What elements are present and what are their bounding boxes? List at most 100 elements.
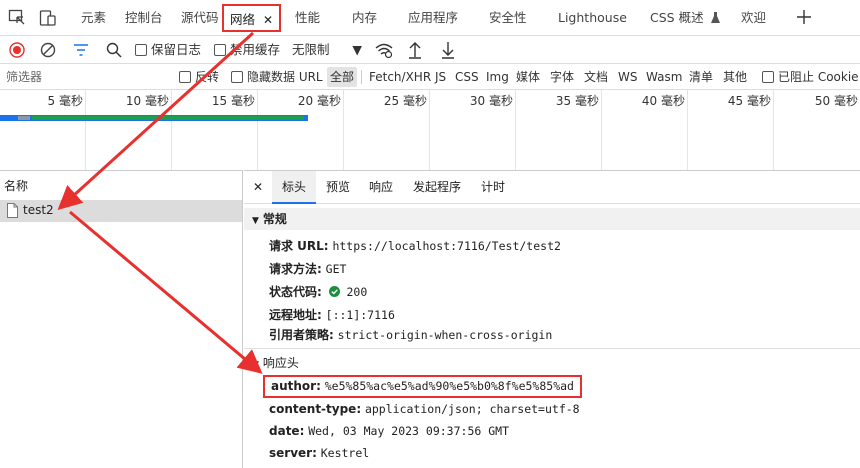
search-icon[interactable] xyxy=(106,42,122,58)
filter-type-fetch-xhr[interactable]: Fetch/XHR xyxy=(369,64,431,90)
tab-response[interactable]: 响应 xyxy=(369,171,393,204)
header-value: 200 xyxy=(346,285,368,299)
record-icon[interactable] xyxy=(9,42,25,58)
table-row[interactable]: test2 xyxy=(0,200,242,222)
close-detail-icon[interactable]: ✕ xyxy=(253,180,263,194)
tab-preview[interactable]: 预览 xyxy=(326,171,350,204)
general-section-header[interactable]: ▼ 常规 xyxy=(244,208,860,230)
timeline-tick: 20 毫秒 xyxy=(258,90,344,170)
header-key: 引用者策略: xyxy=(269,328,334,342)
tab-welcome[interactable]: 欢迎 xyxy=(741,0,766,36)
filter-type-manifest[interactable]: 清单 xyxy=(689,64,713,90)
blocked-cookies-label: 已阻止 Cookie xyxy=(778,70,859,84)
export-har-icon[interactable] xyxy=(441,41,455,59)
invert-label: 反转 xyxy=(195,70,220,84)
request-detail-panel: ✕ 标头 预览 响应 发起程序 计时 ▼ 常规 请求 URL: https://l… xyxy=(244,170,860,468)
invert-checkbox[interactable]: 反转 xyxy=(179,64,219,90)
filter-type-font[interactable]: 字体 xyxy=(550,64,574,90)
header-row: content-type: application/json; charset=… xyxy=(269,402,580,416)
timeline-overview[interactable]: 5 毫秒 10 毫秒 15 毫秒 20 毫秒 25 毫秒 30 毫秒 35 毫秒… xyxy=(0,90,860,170)
request-list: 名称 test2 xyxy=(0,170,243,468)
header-value: Wed, 03 May 2023 09:37:56 GMT xyxy=(308,424,509,438)
timeline-tick: 50 毫秒 xyxy=(814,94,858,108)
tab-application[interactable]: 应用程序 xyxy=(408,0,458,36)
timeline-tick: 10 毫秒 xyxy=(86,90,172,170)
request-timing-bar xyxy=(0,115,308,121)
dropdown-arrow-icon: ▼ xyxy=(352,42,362,57)
close-icon[interactable]: ✕ xyxy=(263,13,273,27)
hide-data-url-box[interactable] xyxy=(231,71,243,83)
blocked-cookies-checkbox[interactable]: 已阻止 Cookie xyxy=(762,64,859,90)
name-column-header[interactable]: 名称 xyxy=(4,177,28,194)
filter-bar: 筛选器 反转 隐藏数据 URL 全部 Fetch/XHR JS CSS Img … xyxy=(0,64,860,90)
blocked-cookies-box[interactable] xyxy=(762,71,774,83)
filter-icon[interactable] xyxy=(73,43,89,57)
filter-type-wasm[interactable]: Wasm xyxy=(646,64,682,90)
tab-timing[interactable]: 计时 xyxy=(481,171,505,204)
timeline-tick: 30 毫秒 xyxy=(430,90,516,170)
filter-type-other[interactable]: 其他 xyxy=(723,64,747,90)
filter-type-css[interactable]: CSS xyxy=(455,64,479,90)
response-headers-section-header[interactable]: ▼ 响应头 xyxy=(252,354,299,371)
tab-initiator[interactable]: 发起程序 xyxy=(413,171,461,204)
filter-type-ws[interactable]: WS xyxy=(618,64,637,90)
import-har-icon[interactable] xyxy=(408,41,422,59)
tab-network[interactable]: 网络 ✕ xyxy=(222,4,282,32)
header-row: 请求方法: GET xyxy=(269,260,346,277)
preserve-log-checkbox[interactable]: 保留日志 xyxy=(135,36,201,64)
header-key: author: xyxy=(271,379,321,393)
disable-cache-checkbox[interactable]: 禁用缓存 xyxy=(214,36,280,64)
header-value: [::1]:7116 xyxy=(325,308,395,322)
filter-type-js[interactable]: JS xyxy=(435,64,446,90)
timeline-tick: 35 毫秒 xyxy=(516,90,602,170)
hide-data-url-checkbox[interactable]: 隐藏数据 URL xyxy=(231,64,323,90)
throttling-select[interactable]: 无限制 ▼ xyxy=(292,36,364,64)
disable-cache-label: 禁用缓存 xyxy=(230,42,281,57)
collapse-triangle-icon: ▼ xyxy=(252,216,259,226)
header-value: application/json; charset=utf-8 xyxy=(364,402,580,416)
header-row: 状态代码: 200 xyxy=(269,283,367,300)
filter-type-all[interactable]: 全部 xyxy=(327,67,358,87)
header-value: strict-origin-when-cross-origin xyxy=(337,328,553,342)
header-key: content-type: xyxy=(269,402,362,416)
divider xyxy=(361,70,362,84)
timeline-tick: 25 毫秒 xyxy=(344,90,430,170)
tab-security[interactable]: 安全性 xyxy=(489,0,527,36)
section-divider xyxy=(244,348,860,349)
filter-input[interactable]: 筛选器 xyxy=(6,64,166,90)
device-toolbar-icon[interactable] xyxy=(39,9,57,27)
header-key: date: xyxy=(269,424,305,438)
header-key: 状态代码: xyxy=(269,285,322,299)
tab-sources[interactable]: 源代码 xyxy=(181,0,219,36)
inspect-element-icon[interactable] xyxy=(8,9,26,27)
tab-performance[interactable]: 性能 xyxy=(295,0,320,36)
header-value: GET xyxy=(325,262,347,276)
timeline-tick: 5 毫秒 xyxy=(0,90,86,170)
preserve-log-label: 保留日志 xyxy=(151,42,202,57)
tab-css-overview[interactable]: CSS 概述 xyxy=(650,0,720,36)
tab-console[interactable]: 控制台 xyxy=(125,0,163,36)
tab-elements[interactable]: 元素 xyxy=(81,0,106,36)
invert-box[interactable] xyxy=(179,71,191,83)
status-ok-icon xyxy=(328,286,340,300)
request-name: test2 xyxy=(23,203,54,217)
network-toolbar: 保留日志 禁用缓存 无限制 ▼ xyxy=(0,36,860,64)
filter-type-media[interactable]: 媒体 xyxy=(516,64,540,90)
preserve-log-box[interactable] xyxy=(135,44,147,56)
hide-data-url-label: 隐藏数据 URL xyxy=(247,70,323,84)
tab-memory[interactable]: 内存 xyxy=(352,0,377,36)
network-conditions-icon[interactable] xyxy=(375,43,393,59)
tab-lighthouse[interactable]: Lighthouse xyxy=(558,0,627,36)
collapse-triangle-icon: ▼ xyxy=(252,360,259,370)
filter-type-img[interactable]: Img xyxy=(486,64,509,90)
throttling-value: 无限制 xyxy=(292,42,330,57)
filter-type-doc[interactable]: 文档 xyxy=(584,64,608,90)
tab-headers[interactable]: 标头 xyxy=(272,171,317,204)
header-value: https://localhost:7116/Test/test2 xyxy=(332,239,561,253)
timeline-tick: 15 毫秒 xyxy=(172,90,258,170)
clear-icon[interactable] xyxy=(40,42,56,58)
header-row: server: Kestrel xyxy=(269,446,369,460)
disable-cache-box[interactable] xyxy=(214,44,226,56)
add-tab-icon[interactable] xyxy=(796,9,812,25)
experiment-flask-icon xyxy=(710,1,720,37)
